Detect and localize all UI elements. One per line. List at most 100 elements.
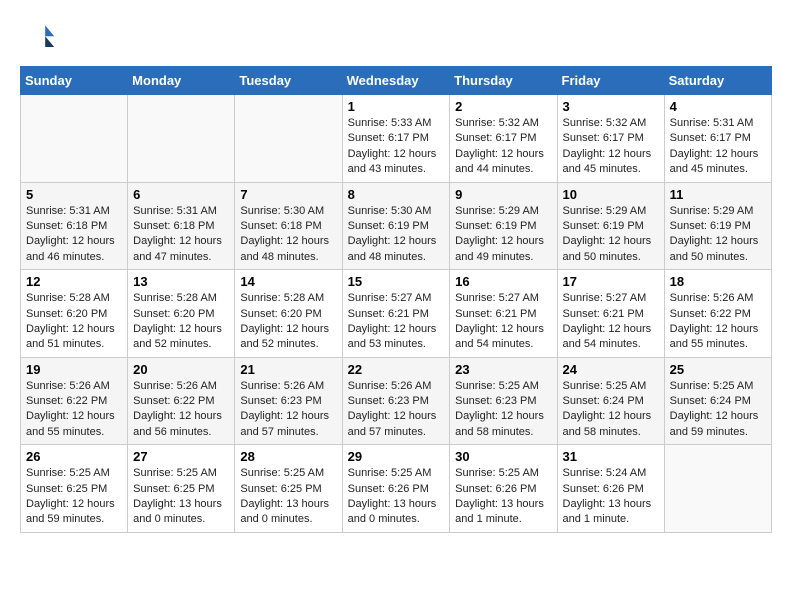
day-info: Sunrise: 5:29 AM Sunset: 6:19 PM Dayligh…	[670, 204, 766, 266]
day-number: 21	[240, 362, 336, 377]
calendar-day-cell: 18 Sunrise: 5:26 AM Sunset: 6:22 PM Dayli…	[664, 270, 771, 358]
calendar-day-cell: 22Sunrise: 5:26 AM Sunset: 6:23 PM Dayli…	[342, 357, 450, 445]
day-number: 30	[455, 449, 551, 464]
day-number: 17	[563, 274, 659, 289]
day-info: Sunrise: 5:25 AM Sunset: 6:24 PM Dayligh…	[670, 379, 766, 441]
day-number: 10	[563, 187, 659, 202]
weekday-header-row: SundayMondayTuesdayWednesdayThursdayFrid…	[21, 67, 772, 95]
day-info: Sunrise: 5:25 AM Sunset: 6:24 PM Dayligh…	[563, 379, 659, 441]
weekday-header-cell: Wednesday	[342, 67, 450, 95]
day-info: Sunrise: 5:27 AM Sunset: 6:21 PM Dayligh…	[348, 291, 445, 353]
day-info: Sunrise: 5:30 AM Sunset: 6:19 PM Dayligh…	[348, 204, 445, 266]
day-info: Sunrise: 5:29 AM Sunset: 6:19 PM Dayligh…	[455, 204, 551, 266]
day-info: Sunrise: 5:31 AM Sunset: 6:17 PM Dayligh…	[670, 116, 766, 178]
calendar-day-cell: 29 Sunrise: 5:25 AM Sunset: 6:26 PM Dayli…	[342, 445, 450, 533]
day-number: 25	[670, 362, 766, 377]
calendar-day-cell	[664, 445, 771, 533]
day-info: Sunrise: 5:24 AM Sunset: 6:26 PM Dayligh…	[563, 466, 659, 528]
calendar-day-cell	[235, 95, 342, 183]
day-number: 6	[133, 187, 229, 202]
day-info: Sunrise: 5:25 AM Sunset: 6:26 PM Dayligh…	[348, 466, 445, 528]
weekday-header-cell: Friday	[557, 67, 664, 95]
day-info: Sunrise: 5:26 AM Sunset: 6:23 PM Dayligh…	[240, 379, 336, 441]
day-info: Sunrise: 5:28 AM Sunset: 6:20 PM Dayligh…	[133, 291, 229, 353]
day-number: 8	[348, 187, 445, 202]
calendar-day-cell: 27 Sunrise: 5:25 AM Sunset: 6:25 PM Dayli…	[128, 445, 235, 533]
calendar-table: SundayMondayTuesdayWednesdayThursdayFrid…	[20, 66, 772, 533]
calendar-day-cell: 3 Sunrise: 5:32 AM Sunset: 6:17 PM Daylig…	[557, 95, 664, 183]
calendar-week-row: 12Sunrise: 5:28 AM Sunset: 6:20 PM Dayli…	[21, 270, 772, 358]
calendar-day-cell: 26 Sunrise: 5:25 AM Sunset: 6:25 PM Dayli…	[21, 445, 128, 533]
logo	[20, 20, 62, 56]
calendar-day-cell	[21, 95, 128, 183]
day-info: Sunrise: 5:26 AM Sunset: 6:22 PM Dayligh…	[133, 379, 229, 441]
day-info: Sunrise: 5:33 AM Sunset: 6:17 PM Dayligh…	[348, 116, 445, 178]
day-info: Sunrise: 5:25 AM Sunset: 6:25 PM Dayligh…	[133, 466, 229, 528]
day-number: 14	[240, 274, 336, 289]
day-info: Sunrise: 5:31 AM Sunset: 6:18 PM Dayligh…	[133, 204, 229, 266]
day-number: 13	[133, 274, 229, 289]
day-number: 22	[348, 362, 445, 377]
day-info: Sunrise: 5:28 AM Sunset: 6:20 PM Dayligh…	[240, 291, 336, 353]
day-info: Sunrise: 5:31 AM Sunset: 6:18 PM Dayligh…	[26, 204, 122, 266]
calendar-day-cell: 10 Sunrise: 5:29 AM Sunset: 6:19 PM Dayli…	[557, 182, 664, 270]
calendar-day-cell: 24Sunrise: 5:25 AM Sunset: 6:24 PM Dayli…	[557, 357, 664, 445]
weekday-header-cell: Saturday	[664, 67, 771, 95]
day-info: Sunrise: 5:26 AM Sunset: 6:22 PM Dayligh…	[670, 291, 766, 353]
calendar-day-cell: 8 Sunrise: 5:30 AM Sunset: 6:19 PM Daylig…	[342, 182, 450, 270]
day-number: 2	[455, 99, 551, 114]
calendar-day-cell: 28Sunrise: 5:25 AM Sunset: 6:25 PM Dayli…	[235, 445, 342, 533]
calendar-body: 1 Sunrise: 5:33 AM Sunset: 6:17 PM Daylig…	[21, 95, 772, 533]
day-number: 3	[563, 99, 659, 114]
day-number: 26	[26, 449, 122, 464]
calendar-week-row: 19 Sunrise: 5:26 AM Sunset: 6:22 PM Dayli…	[21, 357, 772, 445]
day-number: 19	[26, 362, 122, 377]
calendar-day-cell: 2 Sunrise: 5:32 AM Sunset: 6:17 PM Daylig…	[450, 95, 557, 183]
day-number: 7	[240, 187, 336, 202]
day-number: 9	[455, 187, 551, 202]
day-number: 11	[670, 187, 766, 202]
day-info: Sunrise: 5:25 AM Sunset: 6:26 PM Dayligh…	[455, 466, 551, 528]
weekday-header-cell: Monday	[128, 67, 235, 95]
calendar-day-cell: 19 Sunrise: 5:26 AM Sunset: 6:22 PM Dayli…	[21, 357, 128, 445]
day-number: 23	[455, 362, 551, 377]
calendar-day-cell: 31Sunrise: 5:24 AM Sunset: 6:26 PM Dayli…	[557, 445, 664, 533]
calendar-day-cell: 17Sunrise: 5:27 AM Sunset: 6:21 PM Dayli…	[557, 270, 664, 358]
calendar-day-cell: 9 Sunrise: 5:29 AM Sunset: 6:19 PM Daylig…	[450, 182, 557, 270]
calendar-week-row: 26 Sunrise: 5:25 AM Sunset: 6:25 PM Dayli…	[21, 445, 772, 533]
day-number: 15	[348, 274, 445, 289]
calendar-day-cell: 12Sunrise: 5:28 AM Sunset: 6:20 PM Dayli…	[21, 270, 128, 358]
day-info: Sunrise: 5:32 AM Sunset: 6:17 PM Dayligh…	[455, 116, 551, 178]
calendar-day-cell: 30 Sunrise: 5:25 AM Sunset: 6:26 PM Dayli…	[450, 445, 557, 533]
day-number: 1	[348, 99, 445, 114]
calendar-day-cell: 11 Sunrise: 5:29 AM Sunset: 6:19 PM Dayli…	[664, 182, 771, 270]
day-info: Sunrise: 5:30 AM Sunset: 6:18 PM Dayligh…	[240, 204, 336, 266]
calendar-day-cell: 4 Sunrise: 5:31 AM Sunset: 6:17 PM Daylig…	[664, 95, 771, 183]
calendar-day-cell: 23 Sunrise: 5:25 AM Sunset: 6:23 PM Dayli…	[450, 357, 557, 445]
calendar-day-cell: 7 Sunrise: 5:30 AM Sunset: 6:18 PM Daylig…	[235, 182, 342, 270]
day-info: Sunrise: 5:29 AM Sunset: 6:19 PM Dayligh…	[563, 204, 659, 266]
day-number: 16	[455, 274, 551, 289]
weekday-header-cell: Sunday	[21, 67, 128, 95]
calendar-day-cell: 6 Sunrise: 5:31 AM Sunset: 6:18 PM Daylig…	[128, 182, 235, 270]
logo-icon	[20, 20, 56, 56]
weekday-header-cell: Tuesday	[235, 67, 342, 95]
day-number: 27	[133, 449, 229, 464]
day-number: 29	[348, 449, 445, 464]
day-info: Sunrise: 5:25 AM Sunset: 6:25 PM Dayligh…	[26, 466, 122, 528]
day-info: Sunrise: 5:32 AM Sunset: 6:17 PM Dayligh…	[563, 116, 659, 178]
calendar-day-cell: 13 Sunrise: 5:28 AM Sunset: 6:20 PM Dayli…	[128, 270, 235, 358]
day-number: 4	[670, 99, 766, 114]
day-number: 5	[26, 187, 122, 202]
day-info: Sunrise: 5:25 AM Sunset: 6:23 PM Dayligh…	[455, 379, 551, 441]
calendar-week-row: 1 Sunrise: 5:33 AM Sunset: 6:17 PM Daylig…	[21, 95, 772, 183]
weekday-header-cell: Thursday	[450, 67, 557, 95]
day-info: Sunrise: 5:27 AM Sunset: 6:21 PM Dayligh…	[455, 291, 551, 353]
calendar-day-cell: 14 Sunrise: 5:28 AM Sunset: 6:20 PM Dayli…	[235, 270, 342, 358]
calendar-day-cell: 15 Sunrise: 5:27 AM Sunset: 6:21 PM Dayli…	[342, 270, 450, 358]
day-number: 18	[670, 274, 766, 289]
day-info: Sunrise: 5:26 AM Sunset: 6:22 PM Dayligh…	[26, 379, 122, 441]
calendar-day-cell: 1 Sunrise: 5:33 AM Sunset: 6:17 PM Daylig…	[342, 95, 450, 183]
day-info: Sunrise: 5:28 AM Sunset: 6:20 PM Dayligh…	[26, 291, 122, 353]
calendar-day-cell: 20Sunrise: 5:26 AM Sunset: 6:22 PM Dayli…	[128, 357, 235, 445]
